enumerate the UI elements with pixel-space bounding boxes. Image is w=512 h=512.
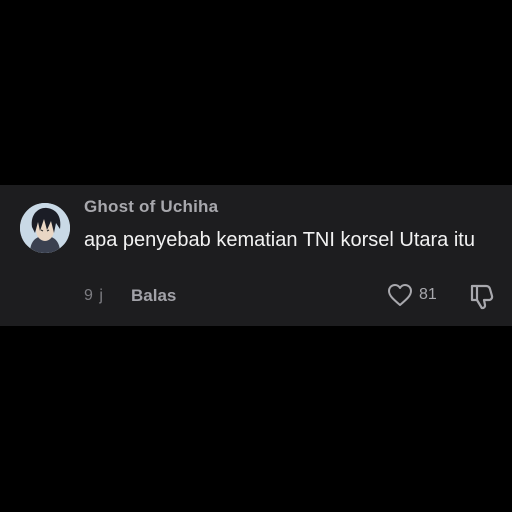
- avatar[interactable]: [20, 203, 70, 253]
- comment-text: apa penyebab kematian TNI korsel Utara i…: [84, 229, 475, 251]
- comment-username[interactable]: Ghost of Uchiha: [84, 197, 218, 217]
- dislike-button[interactable]: [468, 282, 496, 310]
- thumbs-down-outline-icon: [470, 284, 494, 310]
- reply-button[interactable]: Balas: [131, 286, 176, 306]
- comment-card: Ghost of Uchiha apa penyebab kematian TN…: [0, 185, 512, 326]
- comment-timestamp: 9 j: [84, 287, 104, 304]
- like-button[interactable]: 81: [387, 282, 437, 308]
- heart-outline-icon: [388, 284, 412, 306]
- anime-character-avatar-icon: [20, 203, 70, 253]
- like-count: 81: [419, 286, 437, 303]
- screen: Ghost of Uchiha apa penyebab kematian TN…: [0, 0, 512, 512]
